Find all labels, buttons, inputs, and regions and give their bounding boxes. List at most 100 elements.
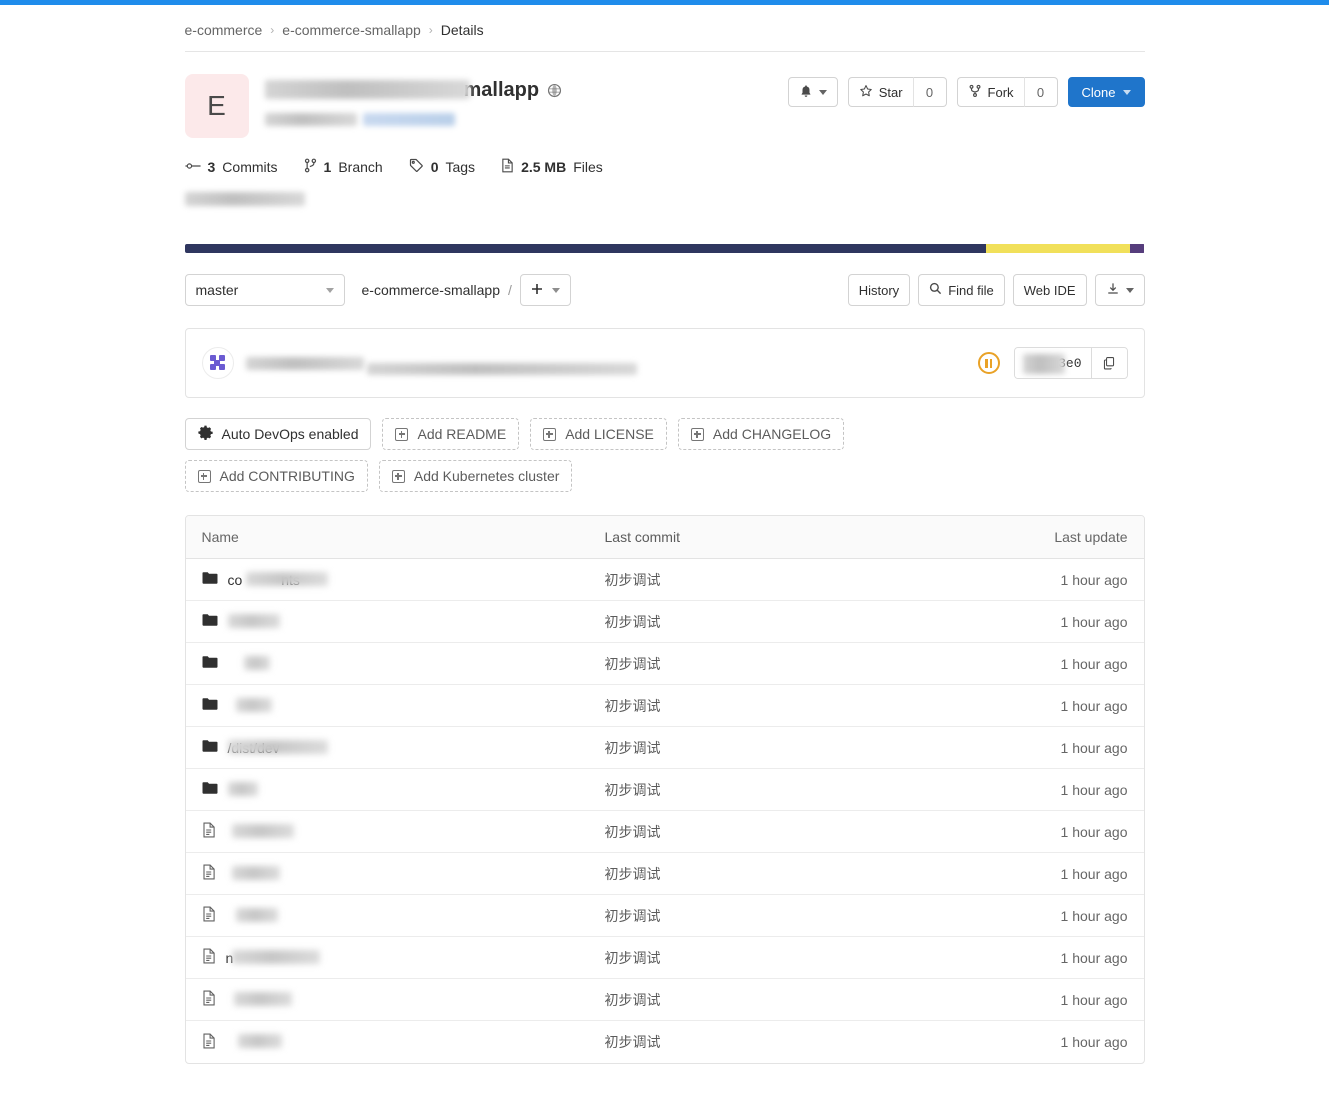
add-kubernetes-cluster-button[interactable]: Add Kubernetes cluster bbox=[378, 460, 573, 493]
file-row-last-update: 1 hour ago bbox=[1060, 781, 1128, 798]
file-row-name[interactable] bbox=[202, 697, 605, 714]
file-row-name[interactable] bbox=[202, 822, 605, 841]
language-segment-javascript[interactable] bbox=[986, 244, 1131, 254]
table-row[interactable]: 初步调试 1 hour ago bbox=[185, 643, 1144, 686]
file-row-last-commit[interactable]: 初步调试 bbox=[605, 738, 1025, 758]
star-count[interactable]: 0 bbox=[912, 77, 947, 107]
file-name-text bbox=[227, 781, 268, 798]
folder-icon bbox=[202, 571, 218, 588]
identicon-avatar[interactable] bbox=[201, 347, 234, 380]
project-namespace-redacted bbox=[264, 112, 357, 126]
history-button[interactable]: History bbox=[847, 274, 911, 307]
table-row[interactable]: /dist/dev 初步调试 1 hour ago bbox=[185, 727, 1144, 770]
fork-button-group: Fork 0 bbox=[956, 77, 1058, 107]
stat-branches-label: Branch bbox=[338, 159, 383, 175]
project-path-redacted bbox=[264, 112, 788, 126]
language-segment-vue[interactable] bbox=[184, 244, 987, 254]
star-button[interactable]: Star bbox=[847, 77, 913, 107]
table-row[interactable]: 初步调试 1 hour ago bbox=[185, 601, 1144, 644]
page-title: mallapp bbox=[264, 79, 539, 102]
language-segment-other[interactable] bbox=[1130, 244, 1145, 254]
file-row-last-update: 1 hour ago bbox=[1060, 613, 1128, 630]
file-row-last-commit[interactable]: 初步调试 bbox=[605, 948, 1025, 968]
clone-button[interactable]: Clone bbox=[1067, 77, 1145, 107]
table-row[interactable]: 初步调试 1 hour ago bbox=[185, 811, 1144, 854]
project-stats: 3 Commits 1 Branch 0 Tags 2.5 MB Files bbox=[184, 158, 1145, 176]
file-row-name[interactable] bbox=[202, 1033, 605, 1052]
file-row-name[interactable] bbox=[202, 864, 605, 883]
fork-button[interactable]: Fork bbox=[956, 77, 1024, 107]
copy-icon[interactable] bbox=[1090, 348, 1127, 379]
stat-commits-label: Commits bbox=[222, 159, 278, 175]
stat-commits[interactable]: 3 Commits bbox=[184, 159, 278, 175]
commit-sha[interactable]: 3e0 bbox=[1014, 348, 1091, 379]
repo-path-root[interactable]: e-commerce-smallapp bbox=[362, 282, 500, 298]
stat-branches[interactable]: 1 Branch bbox=[304, 158, 383, 176]
file-name-redacted bbox=[231, 949, 320, 964]
file-row-last-commit[interactable]: 初步调试 bbox=[605, 822, 1025, 842]
table-row[interactable]: n 初步调试 1 hour ago bbox=[185, 937, 1144, 980]
find-file-label: Find file bbox=[948, 282, 994, 298]
file-row-name[interactable] bbox=[202, 906, 605, 925]
notification-dropdown-button[interactable] bbox=[787, 77, 838, 107]
file-size-icon bbox=[501, 158, 514, 176]
file-icon bbox=[202, 822, 216, 841]
file-row-last-commit[interactable]: 初步调试 bbox=[605, 654, 1025, 674]
file-row-last-commit[interactable]: 初步调试 bbox=[605, 1032, 1025, 1052]
plus-square-icon bbox=[197, 469, 211, 483]
table-row[interactable]: 初步调试 1 hour ago bbox=[185, 685, 1144, 728]
file-icon bbox=[202, 1033, 216, 1052]
file-row-last-update: 1 hour ago bbox=[1060, 697, 1128, 714]
file-row-last-commit[interactable]: 初步调试 bbox=[605, 570, 1025, 590]
file-row-last-commit[interactable]: 初步调试 bbox=[605, 906, 1025, 926]
add-license-button[interactable]: Add LICENSE bbox=[530, 418, 667, 451]
add-changelog-button[interactable]: Add CHANGELOG bbox=[677, 418, 845, 451]
table-row[interactable]: 初步调试 1 hour ago bbox=[185, 769, 1144, 812]
file-row-name[interactable] bbox=[202, 990, 605, 1009]
add-readme-button[interactable]: Add README bbox=[382, 418, 520, 451]
file-row-name[interactable]: n bbox=[202, 948, 605, 967]
branch-icon bbox=[304, 158, 317, 176]
table-row[interactable]: 初步调试 1 hour ago bbox=[185, 895, 1144, 938]
breadcrumb: e-commerce › e-commerce-smallapp › Detai… bbox=[184, 5, 1145, 52]
breadcrumb-item-group[interactable]: e-commerce bbox=[185, 22, 263, 38]
folder-icon bbox=[202, 781, 218, 798]
fork-count[interactable]: 0 bbox=[1023, 77, 1058, 107]
chevron-down-icon bbox=[1125, 287, 1134, 293]
find-file-button[interactable]: Find file bbox=[918, 274, 1005, 307]
plus-icon bbox=[531, 282, 543, 299]
file-row-last-update: 1 hour ago bbox=[1060, 739, 1128, 756]
stat-tags[interactable]: 0 Tags bbox=[409, 158, 475, 176]
branch-selector[interactable]: master bbox=[184, 274, 345, 307]
pipeline-pending-icon[interactable] bbox=[977, 352, 1000, 375]
table-row[interactable]: co nts 初步调试 1 hour ago bbox=[185, 559, 1144, 602]
chevron-down-icon bbox=[1122, 89, 1131, 95]
file-row-name[interactable] bbox=[202, 781, 605, 798]
breadcrumb-item-project[interactable]: e-commerce-smallapp bbox=[282, 22, 420, 38]
file-row-name[interactable] bbox=[202, 655, 605, 672]
file-row-last-commit[interactable]: 初步调试 bbox=[605, 990, 1025, 1010]
file-row-last-commit[interactable]: 初步调试 bbox=[605, 696, 1025, 716]
add-contributing-button[interactable]: Add CONTRIBUTING bbox=[184, 460, 368, 493]
file-row-last-commit[interactable]: 初步调试 bbox=[605, 780, 1025, 800]
file-row-name[interactable] bbox=[202, 613, 605, 630]
file-row-name[interactable]: co nts bbox=[202, 571, 605, 588]
chevron-down-icon bbox=[551, 287, 560, 293]
add-kubernetes-label: Add Kubernetes cluster bbox=[413, 468, 560, 485]
table-row[interactable]: 初步调试 1 hour ago bbox=[186, 1021, 1144, 1063]
star-icon bbox=[859, 84, 873, 101]
stat-files[interactable]: 2.5 MB Files bbox=[501, 158, 603, 176]
web-ide-button[interactable]: Web IDE bbox=[1012, 274, 1087, 307]
add-to-repo-button[interactable] bbox=[519, 274, 571, 307]
file-icon bbox=[202, 906, 216, 925]
file-row-name[interactable]: /dist/dev bbox=[202, 739, 605, 756]
table-row[interactable]: 初步调试 1 hour ago bbox=[185, 853, 1144, 896]
auto-devops-button[interactable]: Auto DevOps enabled bbox=[184, 418, 372, 451]
breadcrumb-item-details: Details bbox=[440, 22, 484, 38]
file-row-last-commit[interactable]: 初步调试 bbox=[605, 612, 1025, 632]
download-dropdown-button[interactable] bbox=[1094, 274, 1145, 307]
table-row[interactable]: 初步调试 1 hour ago bbox=[185, 979, 1144, 1022]
file-name-text: co nts bbox=[228, 571, 328, 588]
file-row-last-commit[interactable]: 初步调试 bbox=[605, 864, 1025, 884]
project-title-redacted bbox=[264, 79, 470, 99]
